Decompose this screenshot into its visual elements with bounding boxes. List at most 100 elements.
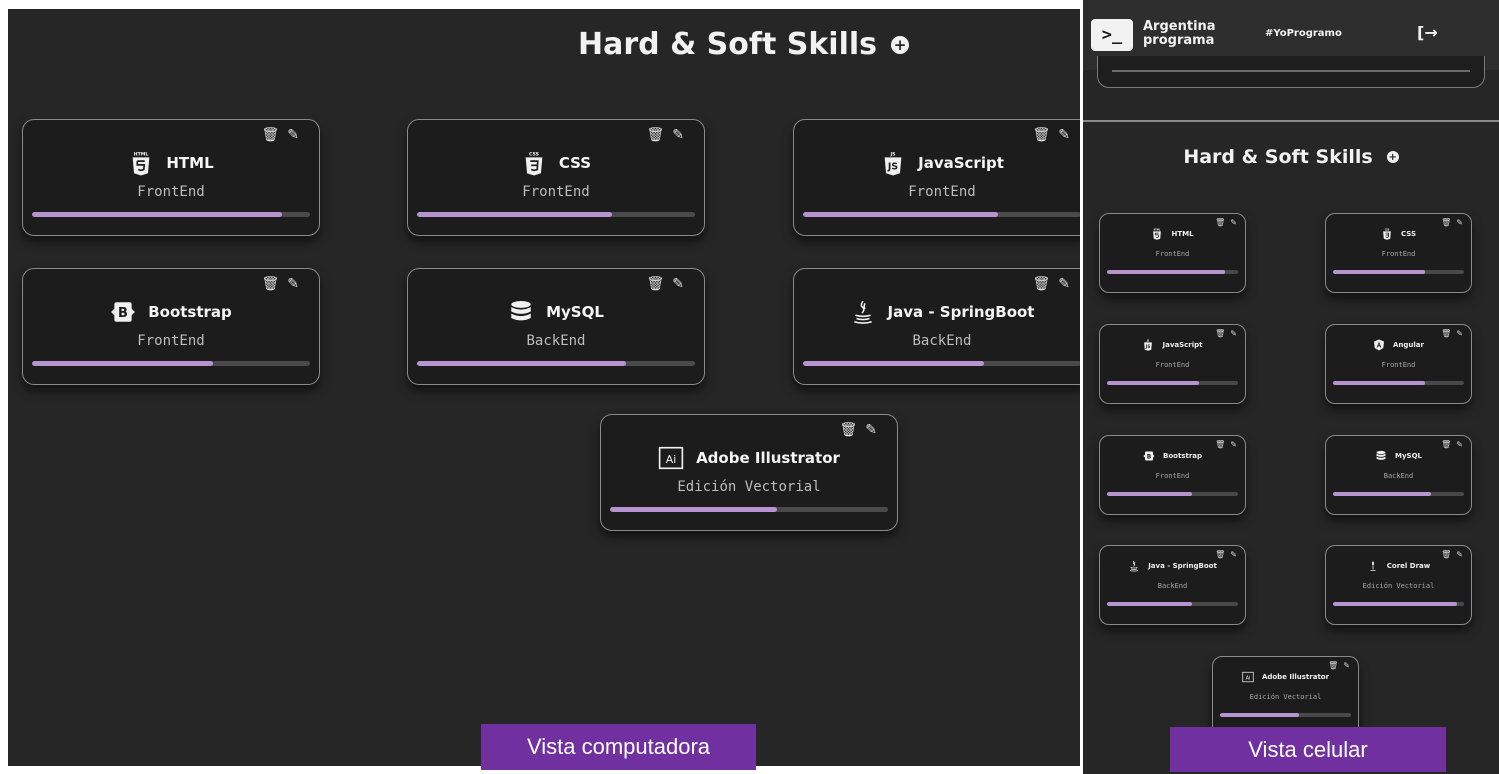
skill-card: 🗑︎ ✎ B Bootstrap FrontEnd [22, 268, 320, 385]
svg-text:B: B [118, 306, 128, 321]
edit-icon[interactable]: ✎ [1230, 329, 1237, 338]
skill-progress-fill [803, 361, 984, 366]
skill-progress-fill [1220, 713, 1299, 717]
card-actions: 🗑︎ ✎ [646, 276, 684, 292]
mobile-view: >_ Argentina programa #YoProgramo [→ Har… [1083, 0, 1499, 774]
brand-line-2: programa [1143, 33, 1215, 48]
skill-header: Corel Draw [1326, 560, 1471, 572]
skill-progress-bar [32, 361, 310, 366]
previous-section-card [1097, 56, 1485, 88]
skill-category: Edición Vectorial [1362, 582, 1435, 590]
svg-text:HTML: HTML [1154, 229, 1161, 232]
skill-card: 🗑︎ ✎ JS JS JavaScript FrontEnd [793, 119, 1080, 236]
trash-icon[interactable]: 🗑︎ [1215, 550, 1225, 559]
edit-icon[interactable]: ✎ [1230, 550, 1237, 559]
skill-progress-bar [1333, 602, 1464, 606]
add-skill-icon[interactable]: + [1386, 151, 1399, 163]
edit-icon[interactable]: ✎ [1230, 218, 1237, 227]
skill-header: Java - SpringBoot [794, 299, 1080, 325]
skill-name: JavaScript [1162, 341, 1203, 349]
edit-icon[interactable]: ✎ [1456, 329, 1463, 338]
java-icon [1128, 560, 1140, 572]
edit-icon[interactable]: ✎ [287, 127, 299, 143]
terminal-logo-icon[interactable]: >_ [1091, 19, 1133, 51]
skill-progress-bar [1107, 492, 1238, 496]
edit-icon[interactable]: ✎ [1456, 440, 1463, 449]
skill-progress-bar [610, 507, 888, 512]
trash-icon[interactable]: 🗑︎ [1441, 329, 1451, 338]
skill-progress-fill [1107, 602, 1193, 606]
brand-name: Argentina programa [1143, 20, 1216, 48]
trash-icon[interactable]: 🗑︎ [1032, 276, 1050, 292]
trash-icon[interactable]: 🗑︎ [1441, 440, 1451, 449]
edit-icon[interactable]: ✎ [1058, 127, 1070, 143]
skill-name: MySQL [1395, 452, 1422, 460]
skill-card: 🗑︎ ✎ Ai Adobe Illustrator Edición Vectorial [1212, 656, 1359, 736]
database-icon [1375, 450, 1387, 462]
trash-icon[interactable]: 🗑︎ [1215, 440, 1225, 449]
skill-progress-fill [1333, 492, 1432, 496]
skill-header: Java - SpringBoot [1100, 560, 1245, 572]
skill-header: CSS CSS [408, 150, 704, 176]
trash-icon[interactable]: 🗑︎ [1032, 127, 1050, 143]
edit-icon[interactable]: ✎ [1058, 276, 1070, 292]
trash-icon[interactable]: 🗑︎ [261, 276, 279, 292]
card-actions: 🗑︎ ✎ [646, 127, 684, 143]
skill-progress-bar [1220, 713, 1351, 717]
card-actions: 🗑︎ ✎ [1441, 329, 1463, 338]
skill-card: 🗑︎ ✎ B Bootstrap FrontEnd [1099, 435, 1246, 515]
java-icon [850, 299, 876, 325]
skill-category: Edición Vectorial [677, 479, 821, 495]
logout-icon[interactable]: [→ [1417, 23, 1438, 42]
svg-text:CSS: CSS [529, 152, 539, 158]
edit-icon[interactable]: ✎ [672, 127, 684, 143]
skill-category: FrontEnd [522, 184, 590, 200]
skill-progress-bar [1333, 381, 1464, 385]
card-actions: 🗑︎ ✎ [1032, 276, 1070, 292]
skill-name: Bootstrap [148, 303, 232, 321]
skill-progress-bar [417, 361, 695, 366]
trash-icon[interactable]: 🗑︎ [1215, 218, 1225, 227]
edit-icon[interactable]: ✎ [1230, 440, 1237, 449]
skill-progress-bar [803, 212, 1080, 217]
trash-icon[interactable]: 🗑︎ [1215, 329, 1225, 338]
trash-icon[interactable]: 🗑︎ [646, 276, 664, 292]
skill-progress-fill [803, 212, 998, 217]
add-skill-icon[interactable]: + [891, 35, 909, 54]
edit-icon[interactable]: ✎ [287, 276, 299, 292]
bootstrap-icon: B [1143, 450, 1155, 462]
page-title: Hard & Soft Skills + [578, 27, 909, 62]
edit-icon[interactable]: ✎ [1343, 661, 1350, 670]
trash-icon[interactable]: 🗑︎ [261, 127, 279, 143]
edit-icon[interactable]: ✎ [865, 422, 877, 438]
card-actions: 🗑︎ ✎ [1032, 127, 1070, 143]
adobe-illustrator-icon: Ai [1242, 671, 1254, 683]
skill-header: Ai Adobe Illustrator [1213, 671, 1358, 683]
hashtag-label: #YoProgramo [1265, 28, 1342, 39]
edit-icon[interactable]: ✎ [1456, 550, 1463, 559]
svg-text:B: B [1147, 453, 1152, 460]
skill-name: Java - SpringBoot [887, 303, 1035, 321]
javascript-icon: JS JS [880, 150, 906, 176]
trash-icon[interactable]: 🗑︎ [1441, 218, 1451, 227]
skill-header: B Bootstrap [1100, 450, 1245, 462]
card-actions: 🗑︎ ✎ [839, 422, 877, 438]
card-actions: 🗑︎ ✎ [1441, 218, 1463, 227]
edit-icon[interactable]: ✎ [672, 276, 684, 292]
card-actions: 🗑︎ ✎ [1215, 329, 1237, 338]
skill-progress-bar [1107, 602, 1238, 606]
trash-icon[interactable]: 🗑︎ [839, 422, 857, 438]
trash-icon[interactable]: 🗑︎ [1328, 661, 1338, 670]
svg-text:JS: JS [887, 162, 898, 173]
skill-category: FrontEnd [1381, 250, 1416, 258]
skill-name: CSS [1400, 230, 1417, 238]
mobile-caption: Vista celular [1170, 727, 1446, 772]
edit-icon[interactable]: ✎ [1456, 218, 1463, 227]
desktop-view: Hard & Soft Skills + 🗑︎ ✎ HTML HTML FrontEnd… [8, 9, 1080, 766]
skill-name: Bootstrap [1163, 452, 1202, 460]
trash-icon[interactable]: 🗑︎ [646, 127, 664, 143]
trash-icon[interactable]: 🗑︎ [1441, 550, 1451, 559]
skills-heading: Hard & Soft Skills [578, 27, 877, 62]
skill-category: FrontEnd [137, 184, 205, 200]
skill-category: FrontEnd [137, 333, 205, 349]
